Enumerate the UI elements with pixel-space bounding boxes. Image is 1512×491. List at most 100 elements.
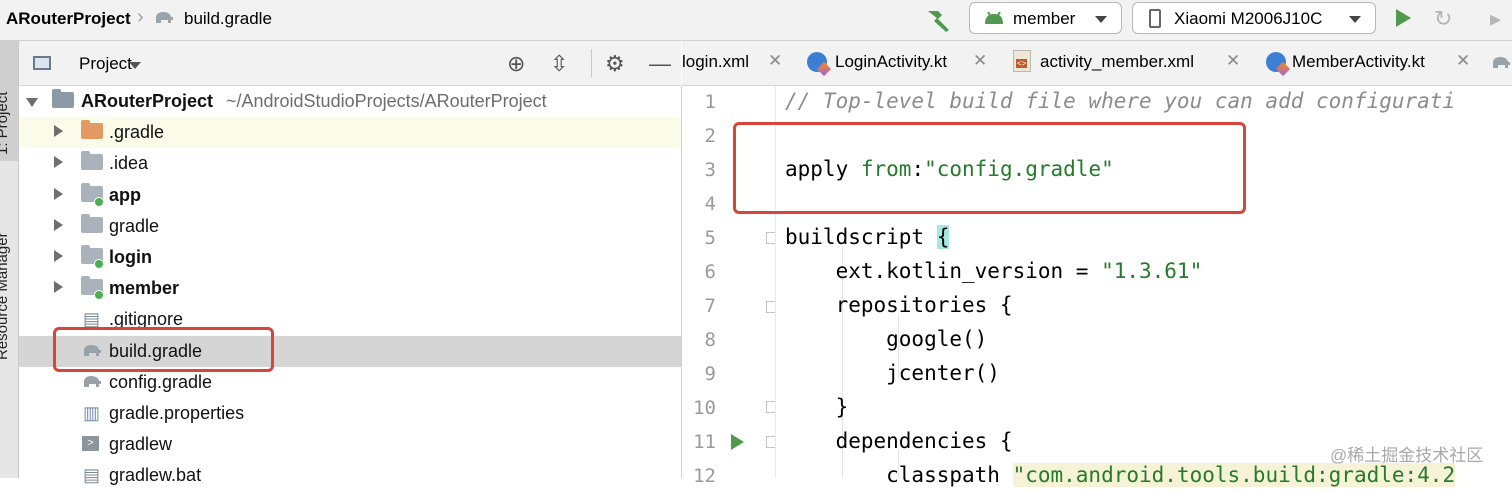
line-number: 9: [704, 363, 716, 385]
tree-item-label: gradle.properties: [109, 403, 245, 423]
line-number: 5: [704, 227, 716, 249]
tree-item-label: login: [109, 247, 152, 267]
line-number: 7: [704, 295, 716, 317]
tree-row-gradle-dir[interactable]: .gradle: [19, 117, 681, 148]
tree-item-label: app: [109, 185, 142, 205]
code-line-5: buildscript {: [785, 225, 950, 249]
code-token: buildscript: [785, 225, 937, 249]
breadcrumb-project[interactable]: ARouterProject: [6, 9, 131, 29]
tree-row-gradlew-bat[interactable]: ▤ gradlew.bat: [19, 460, 681, 491]
close-icon[interactable]: ✕: [1226, 51, 1240, 71]
apply-changes-icon[interactable]: ↻: [1434, 6, 1452, 32]
gear-icon[interactable]: ⚙: [605, 51, 625, 77]
gradle-elephant-icon: [1493, 57, 1510, 68]
tree-row-member[interactable]: member: [19, 273, 681, 304]
tree-row-login[interactable]: login: [19, 242, 681, 273]
code-token-string: "com.android.tools.build:gradle:4.2: [1012, 463, 1456, 487]
kotlin-file-icon: [1266, 52, 1286, 72]
shell-script-icon: >: [82, 436, 99, 451]
locate-file-icon[interactable]: ⊕: [507, 51, 525, 77]
debug-icon[interactable]: ▸: [1490, 6, 1501, 32]
tree-root-path: ~/AndroidStudioProjects/ARouterProject: [226, 91, 547, 111]
tree-row-app[interactable]: app: [19, 180, 681, 211]
code-line-9: jcenter(): [785, 361, 1000, 385]
brace-highlight: {: [936, 225, 950, 249]
close-icon[interactable]: ✕: [1456, 51, 1470, 71]
run-icon[interactable]: [1396, 9, 1411, 27]
code-token: classpath: [785, 463, 1013, 487]
project-panel-header: Project ⊕ ⇳ ⚙ —: [19, 41, 681, 86]
folder-icon: [81, 214, 103, 233]
tab-member-activity[interactable]: MemberActivity.kt: [1292, 52, 1425, 72]
tree-row-gradle-properties[interactable]: ▥ gradle.properties: [19, 398, 681, 429]
tool-tab-resource-manager-label[interactable]: Resource Manager: [0, 232, 11, 360]
code-line-1: // Top-level build file where you can ad…: [785, 89, 1456, 113]
android-icon: [985, 11, 1003, 24]
code-line-11: dependencies {: [785, 429, 1013, 453]
annotation-box-build-gradle: [53, 327, 274, 372]
close-icon[interactable]: ✕: [973, 51, 987, 71]
navigation-bar: ARouterProject › build.gradle member Xia…: [0, 0, 1512, 41]
gradle-elephant-icon: [84, 376, 101, 387]
module-dot-icon: [94, 259, 104, 269]
code-token-string: "1.3.61": [1101, 259, 1203, 283]
line-number: 2: [704, 125, 716, 147]
chevron-down-icon: [1095, 16, 1107, 23]
expand-arrow-icon[interactable]: [54, 125, 63, 137]
line-number: 10: [693, 397, 716, 419]
kotlin-file-icon: [807, 52, 827, 72]
chevron-down-icon[interactable]: [129, 62, 141, 69]
tab-login-activity[interactable]: LoginActivity.kt: [835, 52, 947, 72]
folder-icon: [81, 151, 103, 170]
expand-arrow-icon[interactable]: [54, 188, 63, 200]
chevron-down-icon: [1349, 16, 1361, 23]
device-label: Xiaomi M2006J10C: [1174, 9, 1323, 28]
run-gutter-icon[interactable]: [731, 434, 744, 450]
xml-file-icon: [1013, 50, 1031, 72]
tab-login-xml[interactable]: login.xml: [682, 52, 749, 72]
code-line-8: google(): [785, 327, 988, 351]
editor-tab-bar: login.xml ✕ LoginActivity.kt ✕ activity_…: [682, 41, 1512, 86]
code-token: ext.kotlin_version =: [785, 259, 1102, 283]
phone-icon: [1149, 9, 1161, 28]
collapse-all-icon[interactable]: ⇳: [550, 51, 568, 77]
divider: [591, 49, 592, 77]
project-view-select[interactable]: Project: [79, 54, 132, 74]
tree-item-label: gradlew.bat: [109, 465, 202, 485]
expand-arrow-icon[interactable]: [54, 219, 63, 231]
expand-arrow-icon[interactable]: [54, 281, 63, 293]
project-tree: ARouterProject ~/AndroidStudioProjects/A…: [19, 86, 682, 485]
line-number: 8: [704, 329, 716, 351]
watermark: @稀土掘金技术社区: [1330, 446, 1484, 465]
tab-activity-member-xml[interactable]: activity_member.xml: [1040, 52, 1194, 72]
tree-root-label: ARouterProject: [81, 91, 214, 111]
run-config-label: member: [1013, 9, 1076, 28]
code-line-10: }: [785, 395, 849, 419]
module-dot-icon: [94, 290, 104, 300]
device-select[interactable]: Xiaomi M2006J10C: [1132, 2, 1376, 34]
expand-arrow-icon[interactable]: [26, 98, 38, 107]
tree-row-gradlew[interactable]: > gradlew: [19, 429, 681, 460]
folder-icon: [81, 120, 103, 139]
hide-panel-icon[interactable]: —: [649, 51, 671, 77]
run-config-select[interactable]: member: [969, 2, 1122, 34]
line-number: 12: [693, 465, 716, 487]
line-number: 6: [704, 261, 716, 283]
gradle-elephant-icon: [156, 12, 173, 23]
project-view-icon: [33, 56, 51, 70]
expand-arrow-icon[interactable]: [54, 156, 63, 168]
line-number: 1: [704, 91, 716, 113]
module-dot-icon: [94, 197, 104, 207]
tree-row-gradle[interactable]: gradle: [19, 211, 681, 242]
tree-item-label: gradle: [109, 216, 160, 236]
close-icon[interactable]: ✕: [768, 51, 782, 71]
code-line-12: classpath "com.android.tools.build:gradl…: [785, 463, 1456, 487]
build-hammer-icon[interactable]: [924, 5, 954, 33]
tree-row-root[interactable]: ARouterProject ~/AndroidStudioProjects/A…: [19, 86, 681, 117]
tool-tab-project-label[interactable]: 1: Project: [0, 92, 11, 155]
breadcrumb-file[interactable]: build.gradle: [184, 9, 272, 29]
tree-row-idea[interactable]: .idea: [19, 148, 681, 179]
tree-item-label: .idea: [109, 153, 149, 173]
expand-arrow-icon[interactable]: [54, 250, 63, 262]
properties-file-icon: ▥: [83, 403, 101, 423]
